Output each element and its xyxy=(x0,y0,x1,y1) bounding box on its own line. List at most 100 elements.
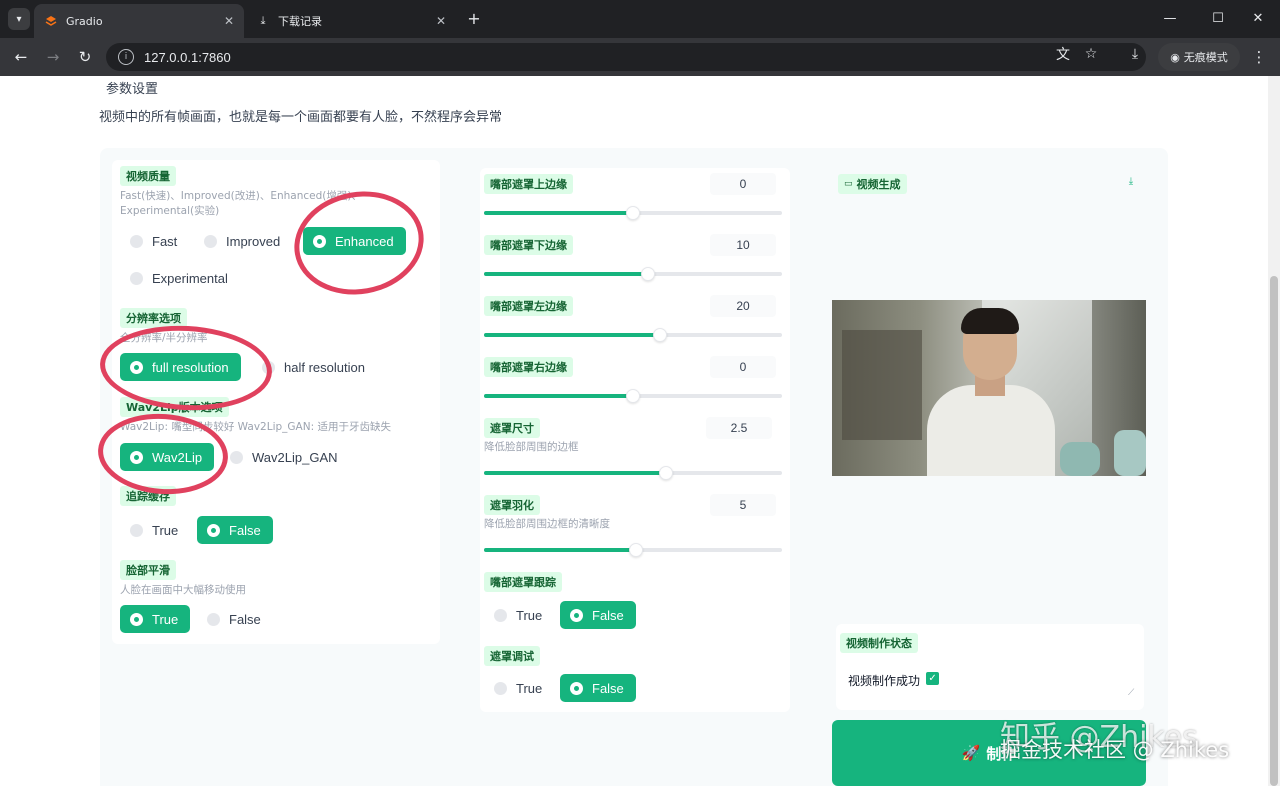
radio-fast[interactable]: Fast xyxy=(120,227,189,255)
radio-improved[interactable]: Improved xyxy=(194,227,292,255)
status-textarea[interactable]: 视频制作成功 ✓ xyxy=(838,664,1140,704)
video-background xyxy=(842,330,922,440)
slider-label: 嘴部遮罩下边缘 xyxy=(484,235,573,255)
radio-label: Improved xyxy=(226,233,281,249)
mouth-left-slider[interactable] xyxy=(484,328,782,342)
mask-feather-description: 降低脸部周围边框的清晰度 xyxy=(484,518,610,530)
mask-size-number[interactable]: 2.5 xyxy=(706,417,772,439)
scrollbar-thumb[interactable] xyxy=(1270,276,1278,786)
maximize-icon[interactable]: ☐ xyxy=(1206,8,1230,28)
radio-wav2lip-gan[interactable]: Wav2Lip_GAN xyxy=(220,443,350,471)
download-icon: ⤓ xyxy=(260,14,266,27)
mask-feather-number[interactable]: 5 xyxy=(710,494,776,516)
video-chair xyxy=(1060,442,1100,476)
check-icon: ✓ xyxy=(926,672,940,685)
radio-smooth-false[interactable]: False xyxy=(197,605,273,633)
video-download-icon[interactable]: ⤓ xyxy=(1124,174,1138,188)
radio-dot xyxy=(130,523,143,537)
radio-label: Wav2Lip_GAN xyxy=(252,449,338,465)
radio-dot xyxy=(570,681,583,695)
tab-title: 下载记录 xyxy=(278,15,322,28)
slider-thumb[interactable] xyxy=(626,389,640,403)
reload-icon[interactable]: ↻ xyxy=(74,46,96,68)
radio-dot xyxy=(494,681,507,695)
slider-label: 嘴部遮罩上边缘 xyxy=(484,174,573,194)
tab-downloads[interactable]: ⤓ 下载记录 ✕ xyxy=(246,4,456,38)
incognito-label: 无痕模式 xyxy=(1183,51,1228,64)
face-notice: 视频中的所有帧画面，也就是每一个画面都要有人脸，不然程序会异常 xyxy=(99,110,503,125)
new-tab-icon[interactable]: + xyxy=(464,8,484,28)
slider-thumb[interactable] xyxy=(628,543,643,557)
radio-dot xyxy=(130,234,143,248)
radio-smooth-true[interactable]: True xyxy=(120,605,191,633)
browser-tab-bar: ▾ Gradio ✕ ⤓ 下载记录 ✕ + — ☐ ✕ xyxy=(0,0,1280,38)
mask-feather-slider[interactable] xyxy=(484,543,782,557)
mouth-right-number[interactable]: 0 xyxy=(710,356,776,378)
page-scrollbar[interactable] xyxy=(1268,76,1280,786)
site-info-icon[interactable]: i xyxy=(118,49,134,65)
back-arrow-icon[interactable]: ← xyxy=(10,46,32,68)
page-viewport: 参数设置 视频中的所有帧画面，也就是每一个画面都要有人脸，不然程序会异常 视频质… xyxy=(0,76,1268,786)
mouth-top-slider[interactable] xyxy=(484,206,782,220)
radio-label: False xyxy=(592,607,624,623)
radio-label: True xyxy=(152,611,179,627)
mouth-bottom-number[interactable]: 10 xyxy=(710,234,776,256)
minimize-icon[interactable]: — xyxy=(1158,8,1182,28)
menu-icon[interactable]: ⋮ xyxy=(1248,47,1270,67)
translate-icon[interactable]: 文 xyxy=(1052,43,1074,65)
mouth-bottom-slider[interactable] xyxy=(484,267,782,281)
slider-label: 遮罩羽化 xyxy=(484,495,540,515)
status-label: 视频制作状态 xyxy=(840,633,918,653)
slider-thumb[interactable] xyxy=(652,328,667,342)
slider-fill xyxy=(484,211,633,215)
slider-label: 嘴部遮罩左边缘 xyxy=(484,296,573,316)
section-title: 参数设置 xyxy=(106,82,159,97)
close-icon[interactable]: ✕ xyxy=(436,14,446,28)
radio-mask-debug-false[interactable]: False xyxy=(560,674,636,702)
slider-thumb[interactable] xyxy=(658,466,673,480)
gradio-logo-icon xyxy=(44,14,58,28)
address-bar[interactable]: i 127.0.0.1:7860 xyxy=(106,43,1146,71)
radio-mouth-tracking-false[interactable]: False xyxy=(560,601,636,629)
radio-dot xyxy=(204,234,217,248)
resize-grip-icon[interactable]: ⟋ xyxy=(1128,688,1138,698)
radio-dot xyxy=(494,608,507,622)
radio-tracking-true[interactable]: True xyxy=(120,516,190,544)
downloads-icon[interactable]: ⤓ xyxy=(1124,43,1146,65)
video-chair xyxy=(1114,430,1146,476)
radio-mask-debug-true[interactable]: True xyxy=(484,674,554,702)
rocket-icon: 🚀 xyxy=(961,744,981,762)
slider-thumb[interactable] xyxy=(640,267,655,281)
mouth-top-number[interactable]: 0 xyxy=(710,173,776,195)
tab-gradio[interactable]: Gradio ✕ xyxy=(34,4,244,38)
video-player[interactable] xyxy=(832,300,1146,476)
mask-size-slider[interactable] xyxy=(484,466,782,480)
slider-fill xyxy=(484,394,633,398)
forward-arrow-icon[interactable]: → xyxy=(42,46,64,68)
close-icon[interactable]: ✕ xyxy=(224,14,234,28)
radio-label: True xyxy=(516,607,543,623)
radio-label: half resolution xyxy=(284,359,365,375)
radio-experimental[interactable]: Experimental xyxy=(120,264,240,292)
incognito-icon: ◉ xyxy=(1170,50,1180,64)
mask-size-description: 降低脸部周围的边框 xyxy=(484,441,579,453)
radio-mouth-tracking-true[interactable]: True xyxy=(484,601,554,629)
window-close-icon[interactable]: ✕ xyxy=(1246,8,1270,28)
mouth-right-slider[interactable] xyxy=(484,389,782,403)
radio-tracking-false[interactable]: False xyxy=(197,516,273,544)
slider-thumb[interactable] xyxy=(626,206,640,220)
browser-toolbar: ← → ↻ i 127.0.0.1:7860 文 ☆ ⤓ ◉ 无痕模式 ⋮ xyxy=(0,38,1280,76)
video-camera-icon: ▭ xyxy=(844,179,853,189)
slider-label: 嘴部遮罩右边缘 xyxy=(484,357,573,377)
incognito-badge[interactable]: ◉ 无痕模式 xyxy=(1158,43,1240,71)
status-text: 视频制作成功 xyxy=(848,674,921,688)
mouth-left-number[interactable]: 20 xyxy=(710,295,776,317)
radio-label: False xyxy=(229,522,261,538)
bookmark-star-icon[interactable]: ☆ xyxy=(1080,43,1102,65)
slider-fill xyxy=(484,548,636,552)
radio-label: True xyxy=(516,680,543,696)
slider-fill xyxy=(484,471,666,475)
radio-label: False xyxy=(592,680,624,696)
tab-search-icon[interactable]: ▾ xyxy=(8,8,30,30)
radio-dot xyxy=(130,612,143,626)
